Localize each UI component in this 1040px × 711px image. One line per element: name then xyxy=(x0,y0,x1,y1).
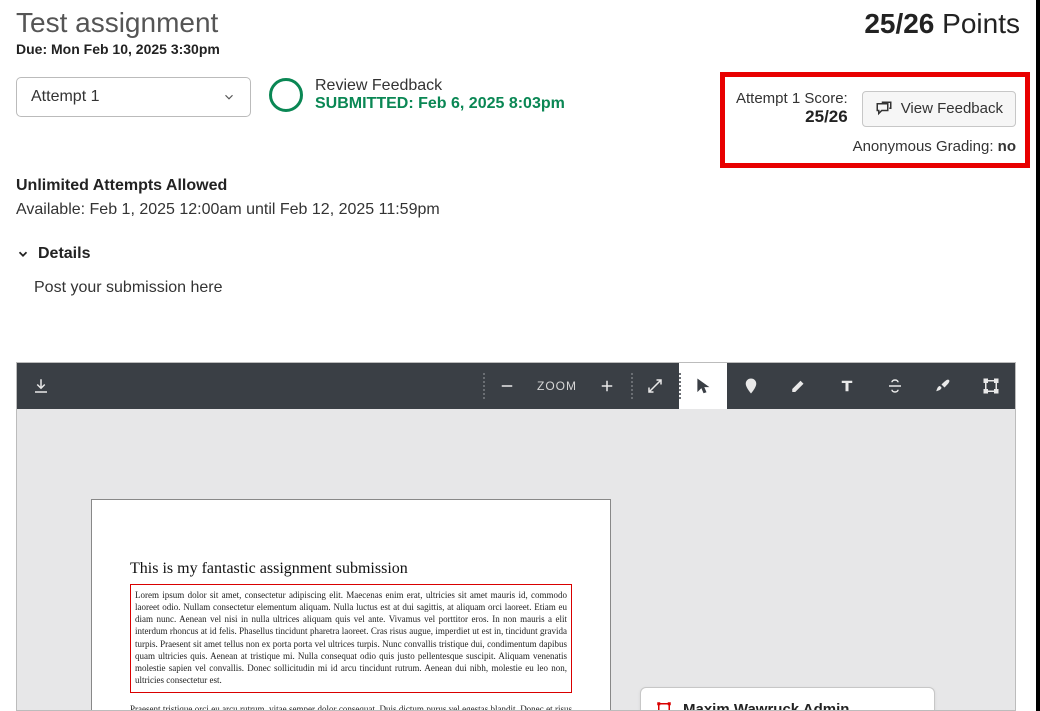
submitted-label: SUBMITTED: xyxy=(315,95,414,112)
due-value: Mon Feb 10, 2025 3:30pm xyxy=(51,41,220,57)
available-range: Feb 1, 2025 12:00am until Feb 12, 2025 1… xyxy=(90,201,440,218)
text-icon xyxy=(838,377,856,395)
strikethrough-icon xyxy=(886,377,904,395)
score-value: 25/26 xyxy=(864,8,934,39)
points-display: 25/26 Points xyxy=(864,8,1020,40)
unlimited-attempts-label: Unlimited Attempts Allowed xyxy=(16,177,1020,195)
details-toggle[interactable]: Details xyxy=(0,219,1036,263)
anonymous-grading-label: Anonymous Grading: xyxy=(853,138,994,155)
anonymous-grading-line: Anonymous Grading: no xyxy=(853,138,1016,155)
chevron-down-icon xyxy=(16,247,30,261)
document-canvas[interactable]: This is my fantastic assignment submissi… xyxy=(17,409,1015,710)
submission-status: Review Feedback SUBMITTED: Feb 6, 2025 8… xyxy=(269,77,565,113)
due-date: Due: Mon Feb 10, 2025 3:30pm xyxy=(16,41,220,57)
attempt-selector[interactable]: Attempt 1 xyxy=(16,77,251,117)
highlighter-icon xyxy=(790,377,808,395)
comment-author: Maxim Wawruck Admin xyxy=(683,701,849,711)
document-viewer: ZOOM xyxy=(16,362,1016,711)
download-button[interactable] xyxy=(17,363,65,409)
zoom-label: ZOOM xyxy=(531,363,583,409)
attempt-score-label: Attempt 1 Score: xyxy=(736,90,848,107)
speech-bubble-icon xyxy=(875,100,893,118)
pointer-tool[interactable] xyxy=(679,363,727,409)
review-feedback-label: Review Feedback xyxy=(315,77,565,95)
area-annotation-icon xyxy=(655,700,673,710)
details-heading: Details xyxy=(38,245,90,263)
download-icon xyxy=(32,377,50,395)
assignment-title: Test assignment xyxy=(16,8,220,39)
document-paragraph-1: Lorem ipsum dolor sit amet, consectetur … xyxy=(135,589,567,686)
view-feedback-label: View Feedback xyxy=(901,100,1003,117)
chevron-down-icon xyxy=(222,90,236,104)
brush-icon xyxy=(934,377,952,395)
fullscreen-button[interactable] xyxy=(631,363,679,409)
strikeout-tool[interactable] xyxy=(871,363,919,409)
annotation-area-box[interactable]: Lorem ipsum dolor sit amet, consectetur … xyxy=(130,584,572,693)
cursor-icon xyxy=(694,377,712,395)
annotation-comment[interactable]: Maxim Wawruck Admin Check grammar xyxy=(640,687,935,710)
zoom-out-button[interactable] xyxy=(483,363,531,409)
anonymous-grading-value: no xyxy=(998,138,1016,155)
available-prefix: Available: xyxy=(16,201,90,218)
document-title: This is my fantastic assignment submissi… xyxy=(130,560,572,578)
due-prefix: Due: xyxy=(16,41,51,57)
plus-icon xyxy=(598,377,616,395)
viewer-toolbar: ZOOM xyxy=(17,363,1015,409)
points-word: Points xyxy=(942,8,1020,39)
document-paragraph-2: Praesent tristique orci eu arcu rutrum, … xyxy=(130,703,572,710)
view-feedback-button[interactable]: View Feedback xyxy=(862,91,1016,127)
document-page: This is my fantastic assignment submissi… xyxy=(91,499,611,710)
highlight-tool[interactable] xyxy=(775,363,823,409)
minus-icon xyxy=(498,377,516,395)
availability-line: Available: Feb 1, 2025 12:00am until Feb… xyxy=(16,201,1020,219)
expand-icon xyxy=(646,377,664,395)
status-circle-icon xyxy=(269,78,303,112)
area-select-icon xyxy=(982,377,1000,395)
text-tool[interactable] xyxy=(823,363,871,409)
pin-tool[interactable] xyxy=(727,363,775,409)
draw-tool[interactable] xyxy=(919,363,967,409)
submitted-line: SUBMITTED: Feb 6, 2025 8:03pm xyxy=(315,95,565,113)
details-body: Post your submission here xyxy=(0,263,1036,297)
zoom-in-button[interactable] xyxy=(583,363,631,409)
submitted-value: Feb 6, 2025 8:03pm xyxy=(418,95,565,112)
attempt-selected-label: Attempt 1 xyxy=(31,88,99,106)
area-tool[interactable] xyxy=(967,363,1015,409)
pin-icon xyxy=(742,377,760,395)
attempt-score-value: 25/26 xyxy=(736,107,848,127)
